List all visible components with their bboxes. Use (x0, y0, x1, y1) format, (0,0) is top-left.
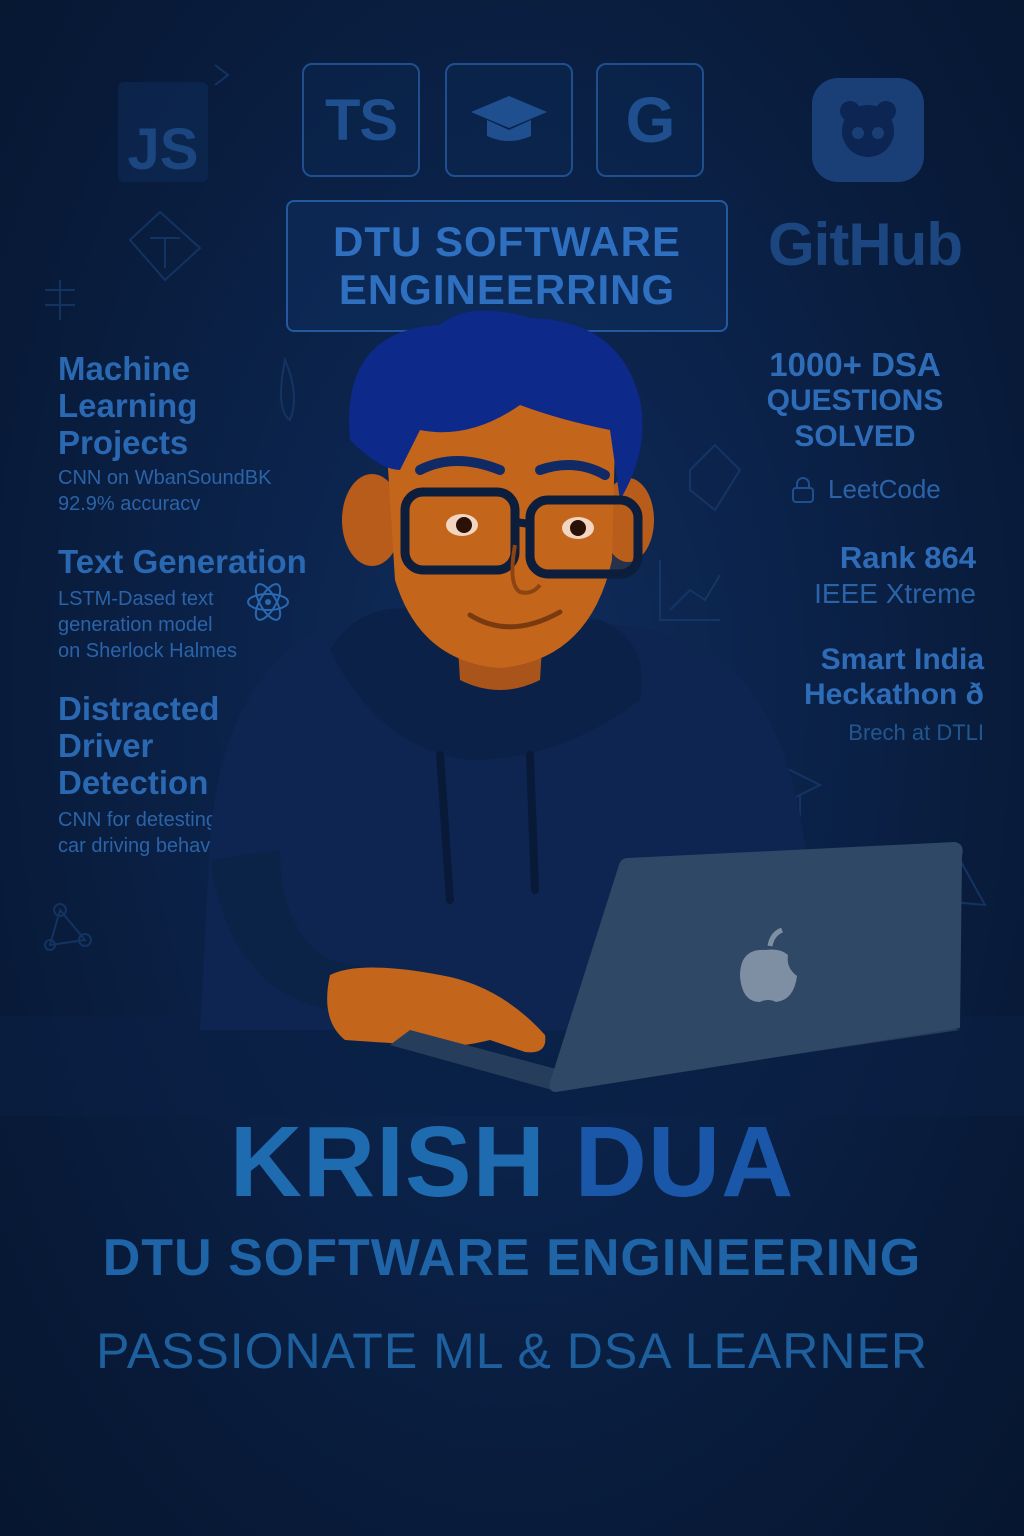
hero-name: KRISH DUA (0, 1105, 1024, 1220)
hero-subtitle: DTU SOFTWARE ENGINEERING (102, 1229, 922, 1287)
drawstring-right (526, 751, 539, 894)
name-last: DUA (574, 1106, 795, 1218)
name-first: KRISH (229, 1106, 546, 1218)
hero-tagline: PASSIONATE ML & DSA LEARNER (96, 1323, 928, 1379)
developer-illustration (0, 310, 1024, 1116)
glasses-bridge (514, 518, 531, 528)
